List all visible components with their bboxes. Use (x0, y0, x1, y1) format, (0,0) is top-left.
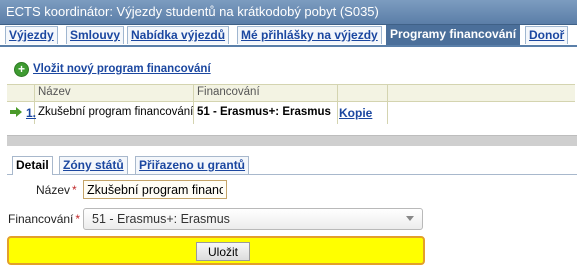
name-input[interactable] (83, 180, 227, 199)
tab-donor[interactable]: Donoř (525, 26, 569, 44)
table-row[interactable]: 1. Zkušební program financování 51 - Era… (7, 102, 575, 124)
insert-program-label: Vložit nový program financování (33, 63, 211, 75)
tab-me-prihlasky[interactable]: Mé přihlášky na výjezdy (237, 26, 382, 44)
chevron-down-icon (406, 216, 414, 221)
row-name: Zkušební program financování (38, 106, 194, 118)
tab-zony-statu[interactable]: Zóny států (59, 156, 128, 174)
window-title: ECTS koordinátor: Výjezdy studentů na kr… (6, 4, 379, 19)
row-index-link[interactable]: 1. (26, 106, 36, 120)
window-titlebar: ECTS koordinátor: Výjezdy studentů na kr… (0, 0, 577, 25)
arrow-right-icon (10, 107, 22, 117)
financing-select[interactable]: 51 - Erasmus+: Erasmus (83, 208, 423, 230)
name-label: Název (36, 183, 71, 197)
save-button[interactable]: Uložit (196, 242, 250, 261)
table-header: Název Financování (7, 84, 575, 102)
name-label-row: Název * (36, 183, 77, 197)
detail-tabs: Detail Zóny států Přiřazeno u grantů (7, 155, 577, 175)
column-header-financing: Financování (197, 86, 260, 98)
tab-smlouvy[interactable]: Smlouvy (66, 26, 125, 44)
plus-circle-icon: + (14, 61, 29, 77)
required-marker: * (75, 212, 81, 226)
financing-selected-value: 51 - Erasmus+: Erasmus (92, 212, 230, 226)
financing-label-row: Financování * (8, 212, 80, 226)
horizontal-scrollbar[interactable] (7, 135, 577, 146)
insert-program-link[interactable]: + Vložit nový program financování (14, 61, 211, 77)
tab-prirazeno-u-grantu[interactable]: Přiřazeno u grantů (135, 156, 250, 174)
save-bar: Uložit (7, 236, 425, 265)
column-header-name: Název (38, 86, 71, 98)
main-tabs: Výjezdy Smlouvy Nabídka výjezdů Mé přihl… (0, 25, 577, 47)
tab-detail[interactable]: Detail (12, 156, 53, 175)
tab-nabidka-vyjezdu[interactable]: Nabídka výjezdů (127, 26, 230, 44)
tab-vyjezdy[interactable]: Výjezdy (5, 26, 58, 44)
row-financing: 51 - Erasmus+: Erasmus (197, 106, 331, 118)
copy-link[interactable]: Kopie (339, 106, 372, 120)
tab-programy-financovani[interactable]: Programy financování (386, 25, 521, 45)
required-marker: * (72, 183, 77, 197)
financing-label: Financování (8, 212, 74, 226)
